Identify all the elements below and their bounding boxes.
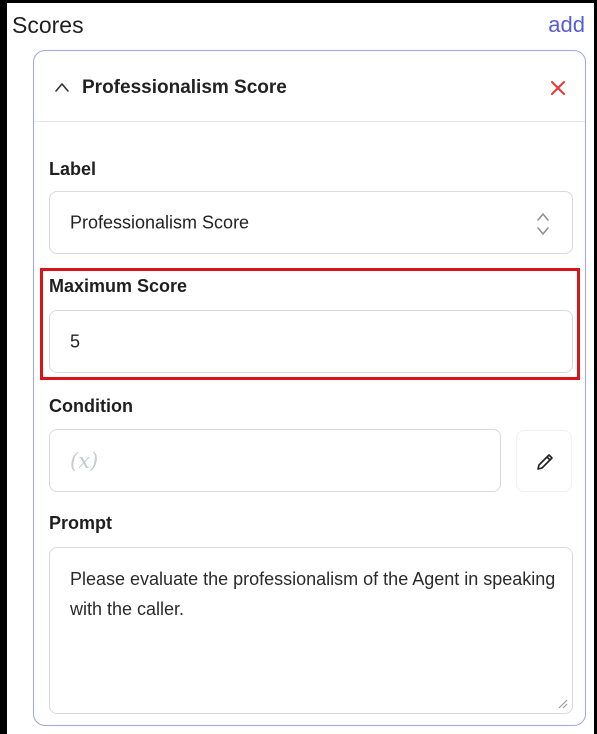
max-score-value: 5 xyxy=(70,331,81,351)
label-select[interactable]: Professionalism Score xyxy=(49,191,573,254)
condition-input[interactable]: (x) xyxy=(49,429,501,492)
window-border-left xyxy=(0,0,7,734)
prompt-textarea[interactable]: Please evaluate the professionalism of t… xyxy=(49,547,573,714)
scores-panel: Scores add Professionalism Score Label P… xyxy=(0,0,597,734)
prompt-text: Please evaluate the professionalism of t… xyxy=(70,569,556,619)
close-icon[interactable] xyxy=(549,79,567,97)
label-field-label: Label xyxy=(49,159,97,179)
section-title: Scores xyxy=(12,12,84,38)
score-card-title: Professionalism Score xyxy=(82,77,287,98)
pencil-icon xyxy=(537,454,553,470)
chevron-up-icon[interactable] xyxy=(54,81,70,93)
max-score-field-label: Maximum Score xyxy=(49,276,188,296)
add-score-link[interactable]: add xyxy=(548,14,585,36)
condition-placeholder: (x) xyxy=(70,448,99,473)
score-card-header[interactable]: Professionalism Score xyxy=(34,51,585,122)
window-border-top xyxy=(0,0,597,3)
condition-field-label: Condition xyxy=(49,396,133,416)
max-score-input[interactable]: 5 xyxy=(49,310,573,373)
prompt-field-label: Prompt xyxy=(49,513,112,533)
up-down-chevron-icon[interactable] xyxy=(536,210,550,238)
score-card: Professionalism Score Label Professional… xyxy=(33,50,586,726)
label-select-value: Professionalism Score xyxy=(70,212,250,232)
resize-handle-icon[interactable] xyxy=(556,697,568,709)
edit-condition-button[interactable] xyxy=(516,430,572,492)
